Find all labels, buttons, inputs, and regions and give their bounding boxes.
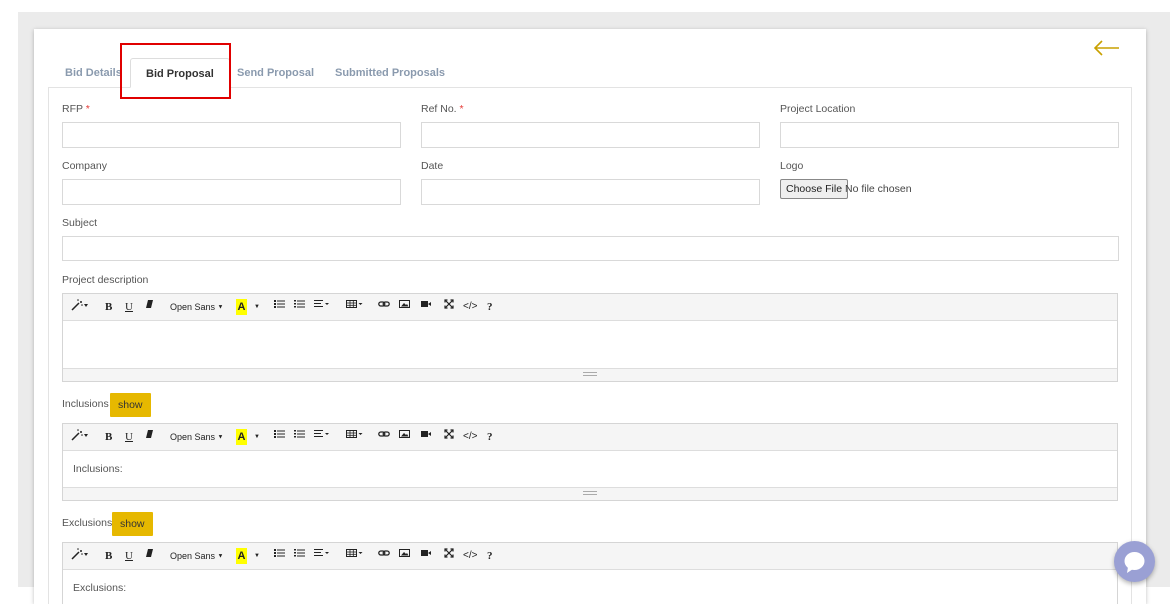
style-magic-icon[interactable]: [71, 548, 89, 564]
company-input[interactable]: [62, 179, 401, 205]
subject-input[interactable]: [62, 236, 1119, 261]
table-icon[interactable]: [346, 299, 363, 315]
unordered-list-icon[interactable]: [274, 548, 285, 564]
exclusions-editor[interactable]: B U Open Sans ▼ A ▼ </> ? Exclusions:: [62, 542, 1118, 604]
style-magic-icon[interactable]: [71, 299, 89, 315]
link-icon[interactable]: [378, 429, 390, 445]
text-color-button[interactable]: A: [236, 548, 247, 564]
code-view-button[interactable]: </>: [463, 429, 477, 445]
editor-toolbar: B U Open Sans ▼ A ▼ </> ?: [63, 424, 1117, 451]
editor-resize-handle[interactable]: [63, 368, 1117, 381]
back-arrow-icon[interactable]: [1092, 37, 1122, 59]
project-description-label: Project description: [62, 274, 149, 286]
ref-no-label: Ref No. *: [421, 103, 464, 115]
exclusions-show-button[interactable]: show: [112, 512, 153, 536]
ordered-list-icon[interactable]: [294, 548, 305, 564]
resize-grip-icon: [583, 491, 597, 495]
editor-content[interactable]: Inclusions:: [63, 451, 1117, 475]
rfp-input[interactable]: [62, 122, 401, 148]
code-view-button[interactable]: </>: [463, 548, 477, 564]
fullscreen-icon[interactable]: [444, 299, 454, 315]
unordered-list-icon[interactable]: [274, 429, 285, 445]
inclusions-editor[interactable]: B U Open Sans ▼ A ▼ </> ? Inclusions:: [62, 423, 1118, 501]
text-color-button[interactable]: A: [236, 429, 247, 445]
editor-toolbar: B U Open Sans ▼ A ▼ </> ?: [63, 543, 1117, 570]
required-mark: *: [85, 103, 90, 115]
ordered-list-icon[interactable]: [294, 299, 305, 315]
editor-resize-handle[interactable]: [63, 487, 1117, 500]
tab-send-proposal[interactable]: Send Proposal: [237, 58, 314, 88]
fullscreen-icon[interactable]: [444, 548, 454, 564]
help-button[interactable]: ?: [487, 429, 493, 445]
video-icon[interactable]: [419, 299, 431, 315]
unordered-list-icon[interactable]: [274, 299, 285, 315]
subject-label: Subject: [62, 217, 98, 229]
caret-down-icon: ▼: [217, 304, 224, 311]
project-location-input[interactable]: [780, 122, 1119, 148]
code-view-button[interactable]: </>: [463, 299, 477, 315]
paragraph-align-icon[interactable]: [314, 429, 329, 445]
editor-toolbar: B U Open Sans ▼ A ▼ </> ?: [63, 294, 1117, 321]
file-status-text: No file chosen: [845, 183, 912, 195]
table-icon[interactable]: [346, 548, 363, 564]
inclusions-show-button[interactable]: show: [110, 393, 151, 417]
font-family-dropdown[interactable]: Open Sans ▼: [170, 548, 224, 564]
date-input[interactable]: [421, 179, 760, 205]
caret-down-icon: ▼: [217, 434, 224, 441]
eraser-icon[interactable]: [145, 299, 154, 315]
tab-submitted-proposals[interactable]: Submitted Proposals: [335, 58, 445, 88]
color-dropdown-caret-icon[interactable]: ▼: [254, 429, 260, 445]
bold-button[interactable]: B: [105, 299, 112, 315]
ref-no-input[interactable]: [421, 122, 760, 148]
chat-bubble-icon: [1124, 552, 1145, 573]
paragraph-align-icon[interactable]: [314, 299, 329, 315]
help-button[interactable]: ?: [487, 299, 493, 315]
exclusions-label: Exclusions: [62, 517, 113, 529]
bold-button[interactable]: B: [105, 548, 112, 564]
required-mark: *: [459, 103, 464, 115]
font-family-dropdown[interactable]: Open Sans ▼: [170, 429, 224, 445]
proposal-card: Bid Details Bid Proposal Send Proposal S…: [34, 29, 1146, 604]
font-family-dropdown[interactable]: Open Sans ▼: [170, 299, 224, 315]
color-dropdown-caret-icon[interactable]: ▼: [254, 299, 260, 315]
rfp-label: RFP *: [62, 103, 90, 115]
resize-grip-icon: [583, 372, 597, 376]
text-color-button[interactable]: A: [236, 299, 247, 315]
video-icon[interactable]: [419, 548, 431, 564]
image-icon[interactable]: [399, 299, 410, 315]
tab-bid-proposal[interactable]: Bid Proposal: [130, 58, 230, 88]
underline-button[interactable]: U: [125, 299, 133, 315]
tab-bar: Bid Details Bid Proposal Send Proposal S…: [34, 58, 1146, 88]
caret-down-icon: ▼: [217, 553, 224, 560]
tab-bid-details[interactable]: Bid Details: [65, 58, 122, 88]
video-icon[interactable]: [419, 429, 431, 445]
logo-label: Logo: [780, 160, 804, 172]
project-description-editor[interactable]: B U Open Sans ▼ A ▼ </> ?: [62, 293, 1118, 382]
image-icon[interactable]: [399, 429, 410, 445]
editor-content[interactable]: [63, 321, 1117, 333]
bold-button[interactable]: B: [105, 429, 112, 445]
form-panel: RFP * Ref No. * Project Location Company…: [48, 87, 1132, 604]
date-label: Date: [421, 160, 444, 172]
editor-content[interactable]: Exclusions:: [63, 570, 1117, 594]
table-icon[interactable]: [346, 429, 363, 445]
company-label: Company: [62, 160, 107, 172]
color-dropdown-caret-icon[interactable]: ▼: [254, 548, 260, 564]
fullscreen-icon[interactable]: [444, 429, 454, 445]
ordered-list-icon[interactable]: [294, 429, 305, 445]
paragraph-align-icon[interactable]: [314, 548, 329, 564]
inclusions-label: Inclusions: [62, 398, 109, 410]
choose-file-button[interactable]: Choose File: [780, 179, 849, 199]
help-button[interactable]: ?: [487, 548, 493, 564]
style-magic-icon[interactable]: [71, 429, 89, 445]
link-icon[interactable]: [378, 299, 390, 315]
project-location-label: Project Location: [780, 103, 856, 115]
chat-widget-button[interactable]: [1114, 541, 1155, 582]
eraser-icon[interactable]: [145, 548, 154, 564]
eraser-icon[interactable]: [145, 429, 154, 445]
image-icon[interactable]: [399, 548, 410, 564]
underline-button[interactable]: U: [125, 548, 133, 564]
link-icon[interactable]: [378, 548, 390, 564]
underline-button[interactable]: U: [125, 429, 133, 445]
